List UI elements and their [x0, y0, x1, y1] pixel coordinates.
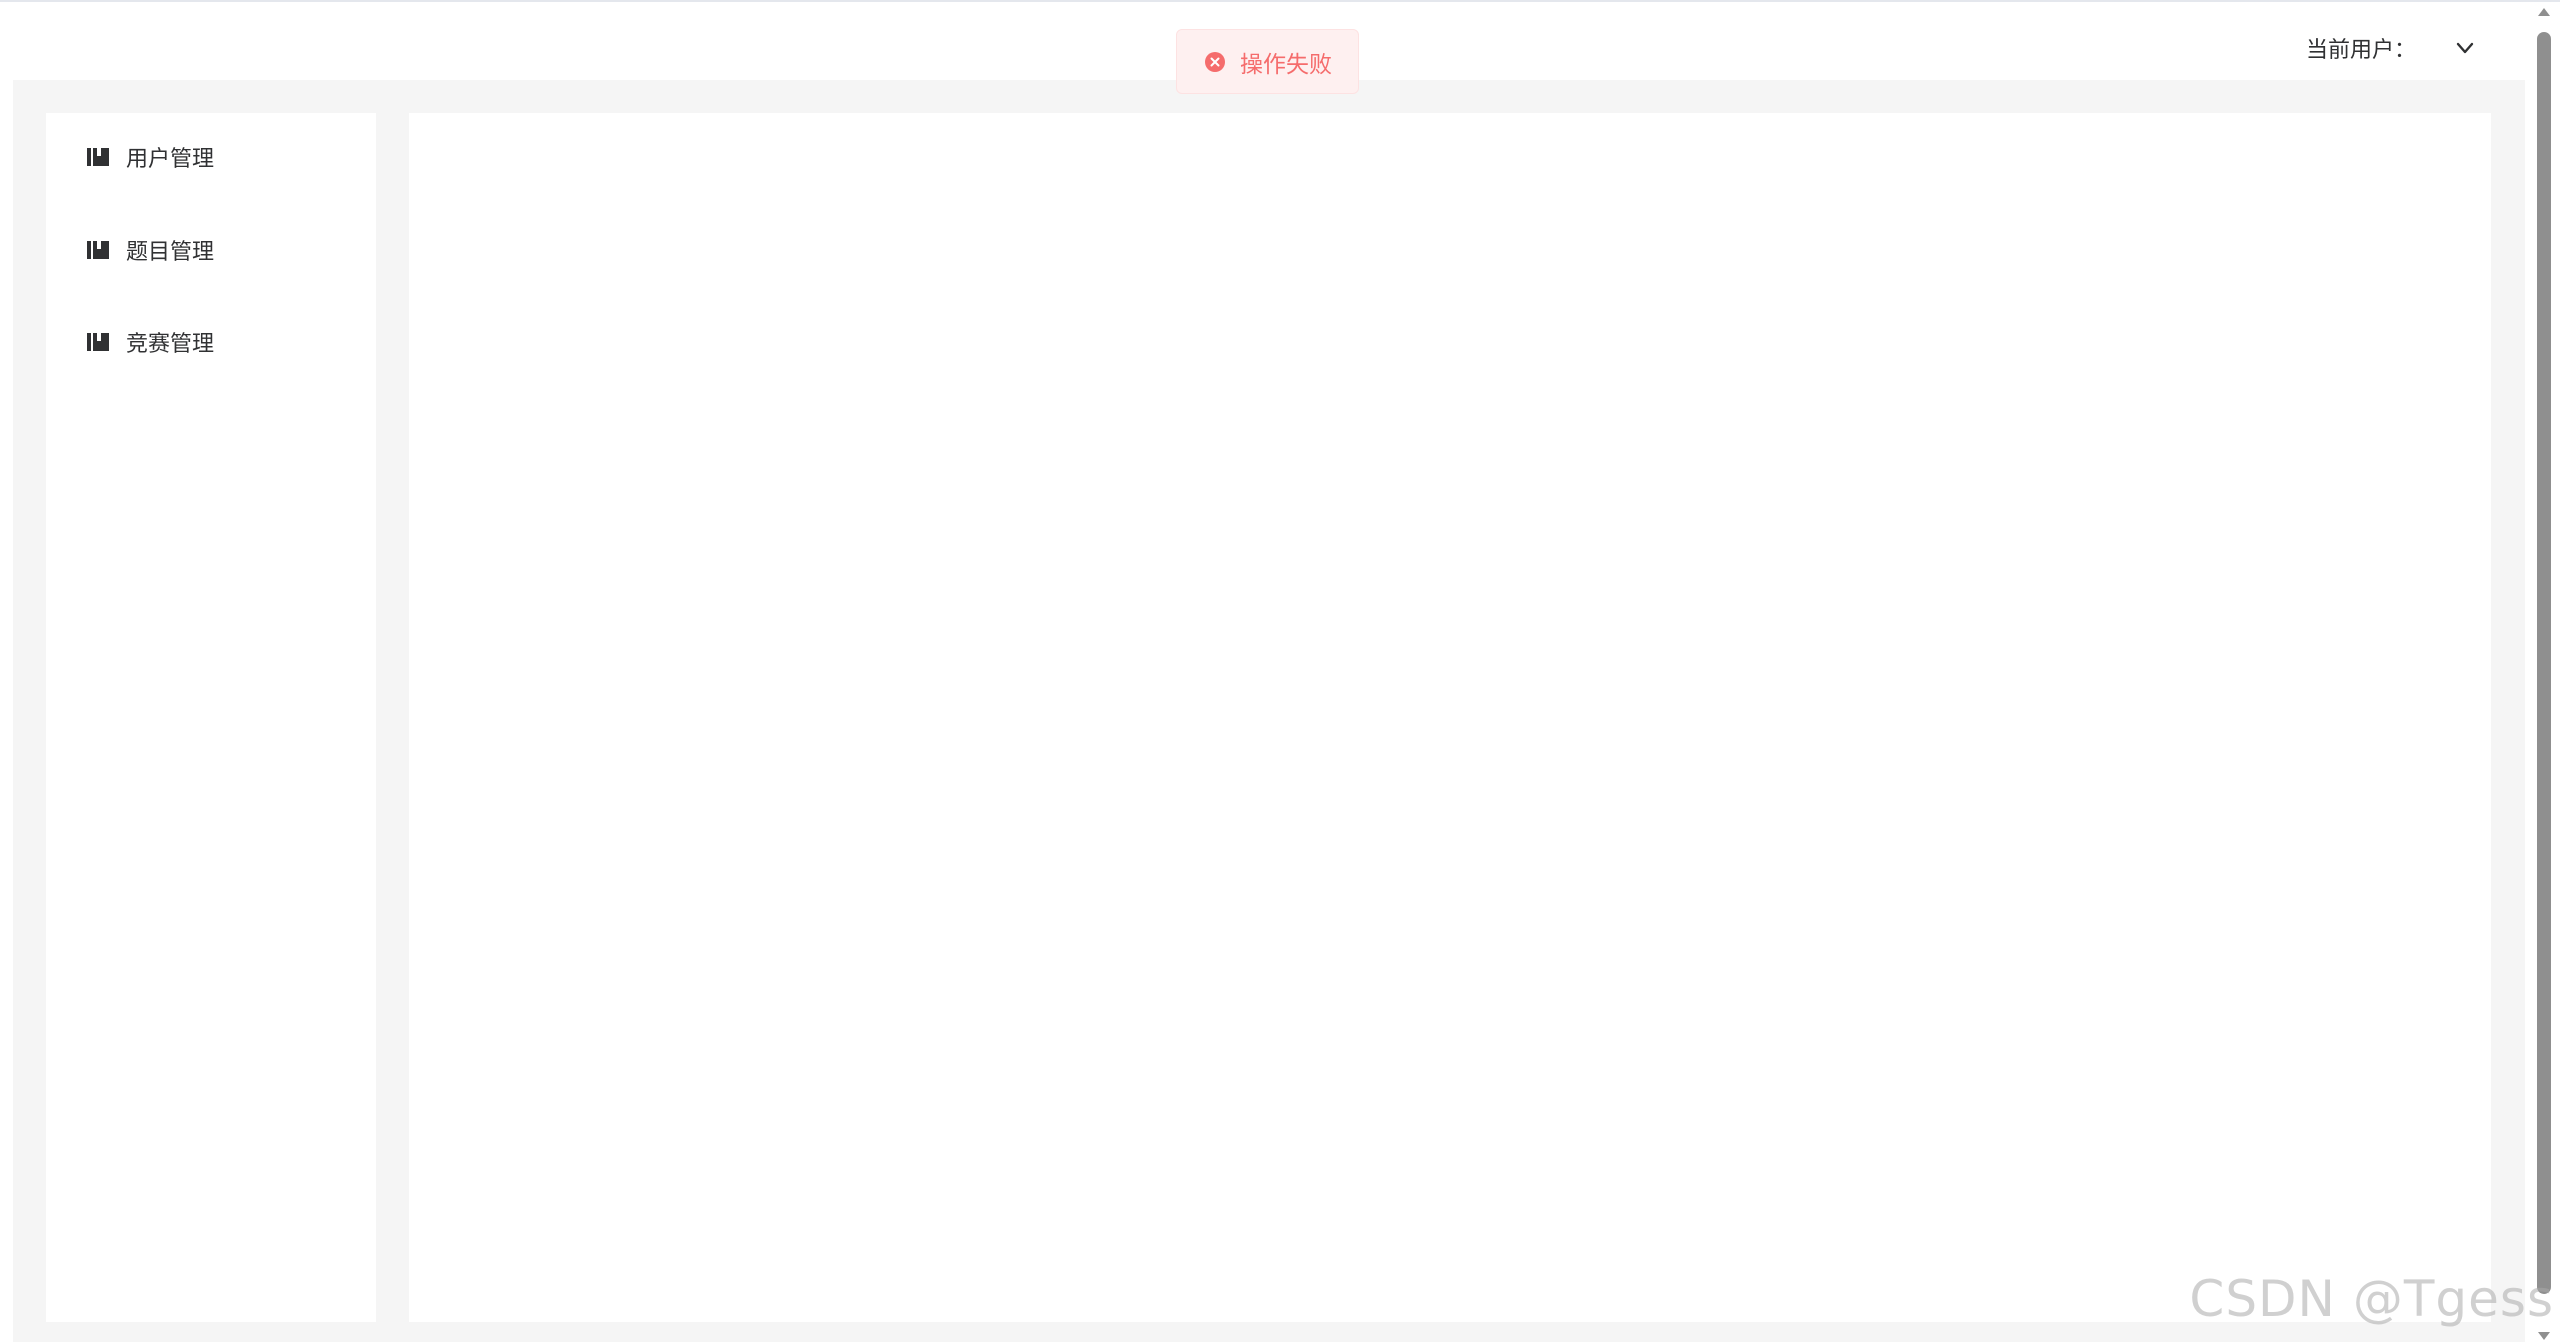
sidebar-item-label: 竞赛管理: [126, 332, 215, 357]
sidebar-item-user-management[interactable]: 用户管理: [46, 127, 376, 187]
scrollbar-thumb[interactable]: [2537, 32, 2551, 1294]
sidebar-item-label: 用户管理: [126, 147, 215, 172]
sidebar-item-label: 题目管理: [126, 240, 215, 265]
layout-frame: 用户管理 题目管理 竞赛管理: [13, 80, 2525, 1342]
book-icon: [86, 330, 110, 354]
error-circle-icon: [1204, 51, 1226, 73]
sidebar-item-contest-management[interactable]: 竞赛管理: [46, 312, 376, 372]
book-icon: [86, 145, 110, 169]
sidebar-menu: 用户管理 题目管理 竞赛管理: [46, 113, 376, 1322]
book-icon: [86, 238, 110, 262]
toast-message: 操作失败: [1240, 51, 1332, 78]
watermark: CSDN @Tgess: [2189, 1270, 2554, 1328]
chevron-down-icon[interactable]: [2454, 37, 2476, 59]
vertical-scrollbar[interactable]: [2528, 2, 2560, 1342]
current-user-label: 当前用户：: [2305, 38, 2416, 63]
main-content-area: [409, 113, 2491, 1322]
scroll-down-arrow-icon[interactable]: [2536, 1330, 2552, 1342]
scroll-up-arrow-icon[interactable]: [2536, 6, 2552, 18]
sidebar-item-problem-management[interactable]: 题目管理: [46, 220, 376, 280]
error-message-toast: 操作失败: [1176, 29, 1359, 94]
app-page: 当前用户： 用户管理 题目管理 竞赛管理 操作失败 CSDN @Tgess: [0, 0, 2560, 1342]
current-user-dropdown[interactable]: 当前用户：: [2306, 32, 2476, 64]
